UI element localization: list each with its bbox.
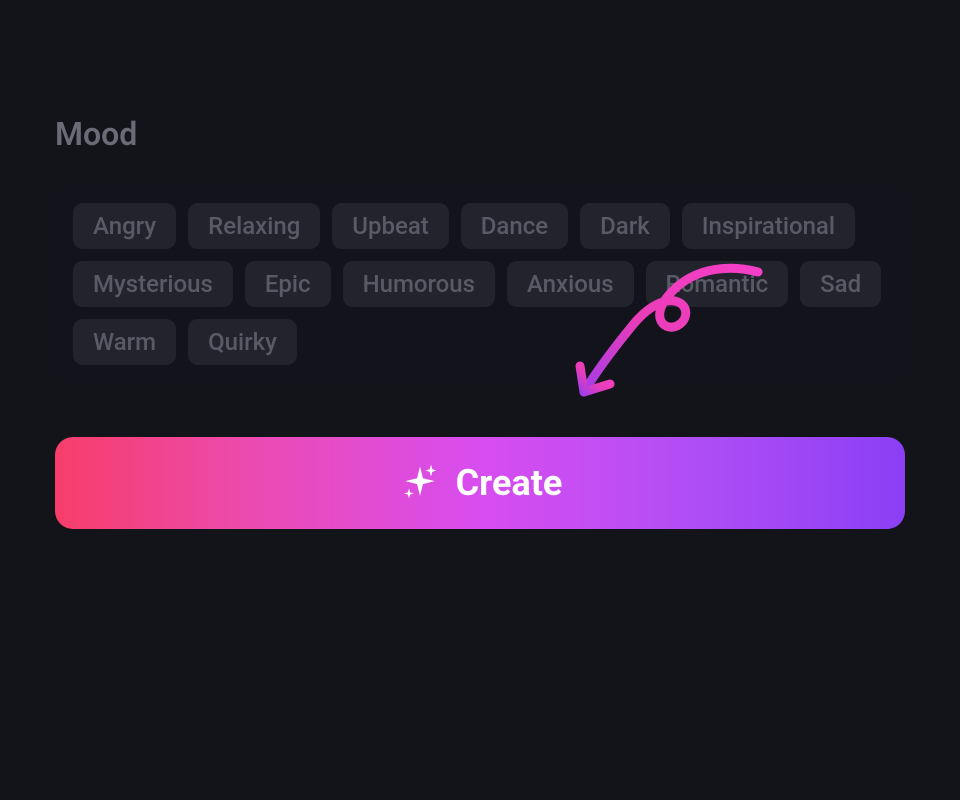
mood-tag-inspirational[interactable]: Inspirational — [682, 203, 855, 249]
mood-tag-mysterious[interactable]: Mysterious — [73, 261, 233, 307]
create-button[interactable]: Create — [55, 437, 905, 529]
section-title: Mood — [55, 115, 905, 153]
mood-tag-epic[interactable]: Epic — [245, 261, 331, 307]
mood-tag-romantic[interactable]: Romantic — [646, 261, 789, 307]
mood-tag-anxious[interactable]: Anxious — [507, 261, 634, 307]
mood-tag-sad[interactable]: Sad — [800, 261, 881, 307]
sparkle-icon — [398, 461, 442, 505]
mood-section: Mood Angry Relaxing Upbeat Dance Dark In… — [0, 0, 960, 529]
mood-tag-dark[interactable]: Dark — [580, 203, 670, 249]
mood-tag-upbeat[interactable]: Upbeat — [332, 203, 448, 249]
mood-tag-angry[interactable]: Angry — [73, 203, 176, 249]
create-label: Create — [456, 462, 563, 504]
mood-tag-dance[interactable]: Dance — [461, 203, 568, 249]
mood-tag-relaxing[interactable]: Relaxing — [188, 203, 320, 249]
mood-tag-panel: Angry Relaxing Upbeat Dance Dark Inspira… — [55, 183, 905, 387]
mood-tag-humorous[interactable]: Humorous — [343, 261, 495, 307]
mood-tag-warm[interactable]: Warm — [73, 319, 176, 365]
mood-tag-quirky[interactable]: Quirky — [188, 319, 297, 365]
